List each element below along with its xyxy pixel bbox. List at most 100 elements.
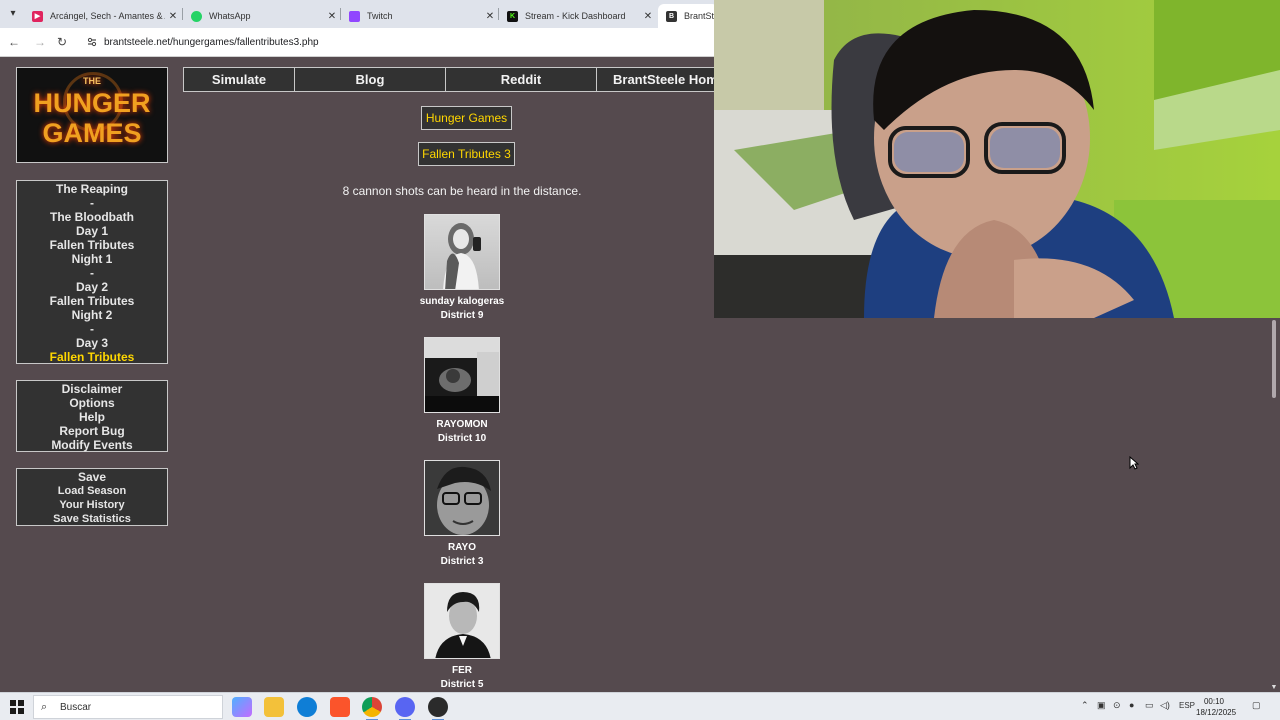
obs-icon[interactable] — [428, 697, 448, 720]
nav-reddit[interactable]: Reddit — [446, 68, 597, 91]
sidebar-item-your-history[interactable]: Your History — [17, 498, 167, 512]
fallen-tribute-card: FER District 5 — [412, 583, 512, 692]
brave-icon[interactable] — [330, 697, 350, 717]
sidebar-item-night-1[interactable]: Night 1 — [17, 252, 167, 266]
sidebar-item-day-3[interactable]: Day 3 — [17, 336, 167, 350]
close-icon[interactable]: ✕ — [165, 11, 181, 22]
page-scrollbar[interactable]: ▼ — [1268, 318, 1280, 692]
reload-icon[interactable]: ↻ — [54, 34, 70, 50]
language-indicator[interactable]: ESP — [1179, 701, 1195, 710]
tray-app-icon[interactable]: ▣ — [1097, 700, 1106, 711]
tribute-photo — [424, 337, 500, 413]
site-info-icon[interactable] — [86, 36, 98, 48]
url-field[interactable]: brantsteele.net/hungergames/fallentribut… — [104, 37, 319, 48]
logo-text: GAMES — [42, 118, 142, 148]
sidebar-item-help[interactable]: Help — [17, 410, 167, 424]
copilot-icon[interactable] — [232, 697, 252, 717]
logo-text: HUNGER — [33, 88, 151, 118]
tray-chevron-icon[interactable]: ⌃ — [1081, 700, 1089, 711]
page-title: Fallen Tributes 3 — [418, 142, 515, 166]
taskbar-search-input[interactable]: ⌕ Buscar — [33, 695, 223, 719]
cannon-message: 8 cannon shots can be heard in the dista… — [342, 184, 582, 198]
browser-tab[interactable]: WhatsApp ✕ — [183, 4, 340, 28]
tab-title: WhatsApp — [209, 11, 251, 21]
microphone-icon[interactable]: ● — [1129, 700, 1134, 710]
sidebar-item-fallen-tributes-2[interactable]: Fallen Tributes — [17, 294, 167, 308]
kick-icon: K — [507, 10, 518, 22]
sidebar-item-modify-events[interactable]: Modify Events — [17, 438, 167, 452]
sidebar-item-disclaimer[interactable]: Disclaimer — [17, 382, 167, 396]
scroll-down-arrow[interactable]: ▼ — [1270, 684, 1278, 692]
youtube-icon: ▶ — [32, 10, 43, 22]
chrome-icon[interactable] — [362, 697, 382, 720]
nav-brantsteele-home[interactable]: BrantSteele Home — [597, 68, 714, 91]
browser-tab[interactable]: Twitch ✕ — [341, 4, 498, 28]
tribute-photo — [424, 583, 500, 659]
sidebar-separator: - — [90, 266, 94, 280]
sidebar-separator: - — [90, 322, 94, 336]
tribute-name: sunday kalogeras — [419, 296, 505, 307]
close-icon[interactable]: ✕ — [324, 11, 340, 22]
tribute-district: District 3 — [440, 556, 484, 567]
sidebar-item-save-statistics[interactable]: Save Statistics — [17, 512, 167, 526]
sidebar-item-reaping[interactable]: The Reaping — [17, 182, 167, 196]
close-icon[interactable]: ✕ — [482, 11, 498, 22]
tribute-district: District 5 — [440, 679, 484, 690]
sidebar-item-day-2[interactable]: Day 2 — [17, 280, 167, 294]
tab-title: BrantSteele — [684, 11, 718, 21]
browser-tab-active[interactable]: B BrantSteele — [658, 4, 718, 28]
fallen-tribute-card: RAYO District 3 — [412, 460, 512, 569]
sidebar-item-load-season[interactable]: Load Season — [17, 484, 167, 498]
sidebar-item-bloodbath[interactable]: The Bloodbath — [17, 210, 167, 224]
nav-blog[interactable]: Blog — [295, 68, 446, 91]
notifications-icon[interactable]: ▢ — [1252, 700, 1261, 711]
tab-search-icon[interactable]: ▾ — [4, 5, 22, 23]
twitch-icon — [349, 10, 360, 22]
tribute-name: RAYO — [448, 542, 476, 553]
tab-title: Stream - Kick Dashboard — [525, 11, 626, 21]
sidebar-item-options[interactable]: Options — [17, 396, 167, 410]
tribute-name: FER — [452, 665, 472, 676]
whatsapp-icon — [191, 10, 202, 22]
sidebar-separator: - — [90, 196, 94, 210]
logo-text: THE — [83, 76, 101, 86]
clock-date: 18/12/2025 — [1196, 708, 1237, 717]
tribute-district: District 10 — [437, 433, 487, 444]
webcam-overlay — [714, 0, 1280, 318]
nav-simulate[interactable]: Simulate — [184, 68, 295, 91]
tab-title: Twitch — [367, 11, 393, 21]
brantsteele-icon: B — [666, 10, 677, 22]
volume-icon[interactable]: ◁) — [1160, 700, 1170, 711]
edge-icon[interactable] — [297, 697, 317, 717]
taskbar-clock[interactable]: 00:10 18/12/2025 — [1196, 696, 1237, 718]
sidebar-item-report-bug[interactable]: Report Bug — [17, 424, 167, 438]
clock-time: 00:10 — [1203, 697, 1225, 706]
tribute-name: RAYOMON — [436, 419, 488, 430]
search-icon: ⌕ — [41, 701, 48, 713]
top-nav: Simulate Blog Reddit BrantSteele Home — [183, 67, 715, 92]
mouse-cursor-icon — [1129, 456, 1139, 470]
discord-icon[interactable] — [395, 697, 415, 720]
tribute-district: District 9 — [440, 310, 484, 321]
browser-tab[interactable]: K Stream - Kick Dashboard ✕ — [499, 4, 656, 28]
sidebar-item-night-2[interactable]: Night 2 — [17, 308, 167, 322]
network-icon[interactable]: ▭ — [1145, 700, 1154, 711]
scrollbar-thumb[interactable] — [1272, 320, 1276, 398]
close-icon[interactable]: ✕ — [640, 11, 656, 22]
tray-app-icon[interactable]: ⊙ — [1113, 700, 1121, 711]
hunger-games-logo[interactable]: THE HUNGER GAMES — [16, 67, 168, 163]
sidebar-item-day-1[interactable]: Day 1 — [17, 224, 167, 238]
forward-icon[interactable]: → — [32, 34, 48, 50]
game-title-badge: Hunger Games — [421, 106, 512, 130]
file-explorer-icon[interactable] — [264, 697, 284, 717]
fallen-tribute-card: sunday kalogeras District 9 — [412, 214, 512, 323]
back-icon[interactable]: ← — [6, 34, 22, 50]
sidebar-item-fallen-tributes-3[interactable]: Fallen Tributes — [17, 350, 167, 364]
fallen-tribute-card: RAYOMON District 10 — [412, 337, 512, 446]
windows-start-icon[interactable] — [10, 700, 24, 714]
sidebar-info-menu: Disclaimer Options Help Report Bug Modif… — [16, 380, 168, 452]
browser-tab[interactable]: ▶ Arcángel, Sech - Amantes & Ami ✕ — [24, 4, 181, 28]
sidebar-item-fallen-tributes-1[interactable]: Fallen Tributes — [17, 238, 167, 252]
sidebar-item-save[interactable]: Save — [17, 470, 167, 484]
tribute-photo — [424, 460, 500, 536]
